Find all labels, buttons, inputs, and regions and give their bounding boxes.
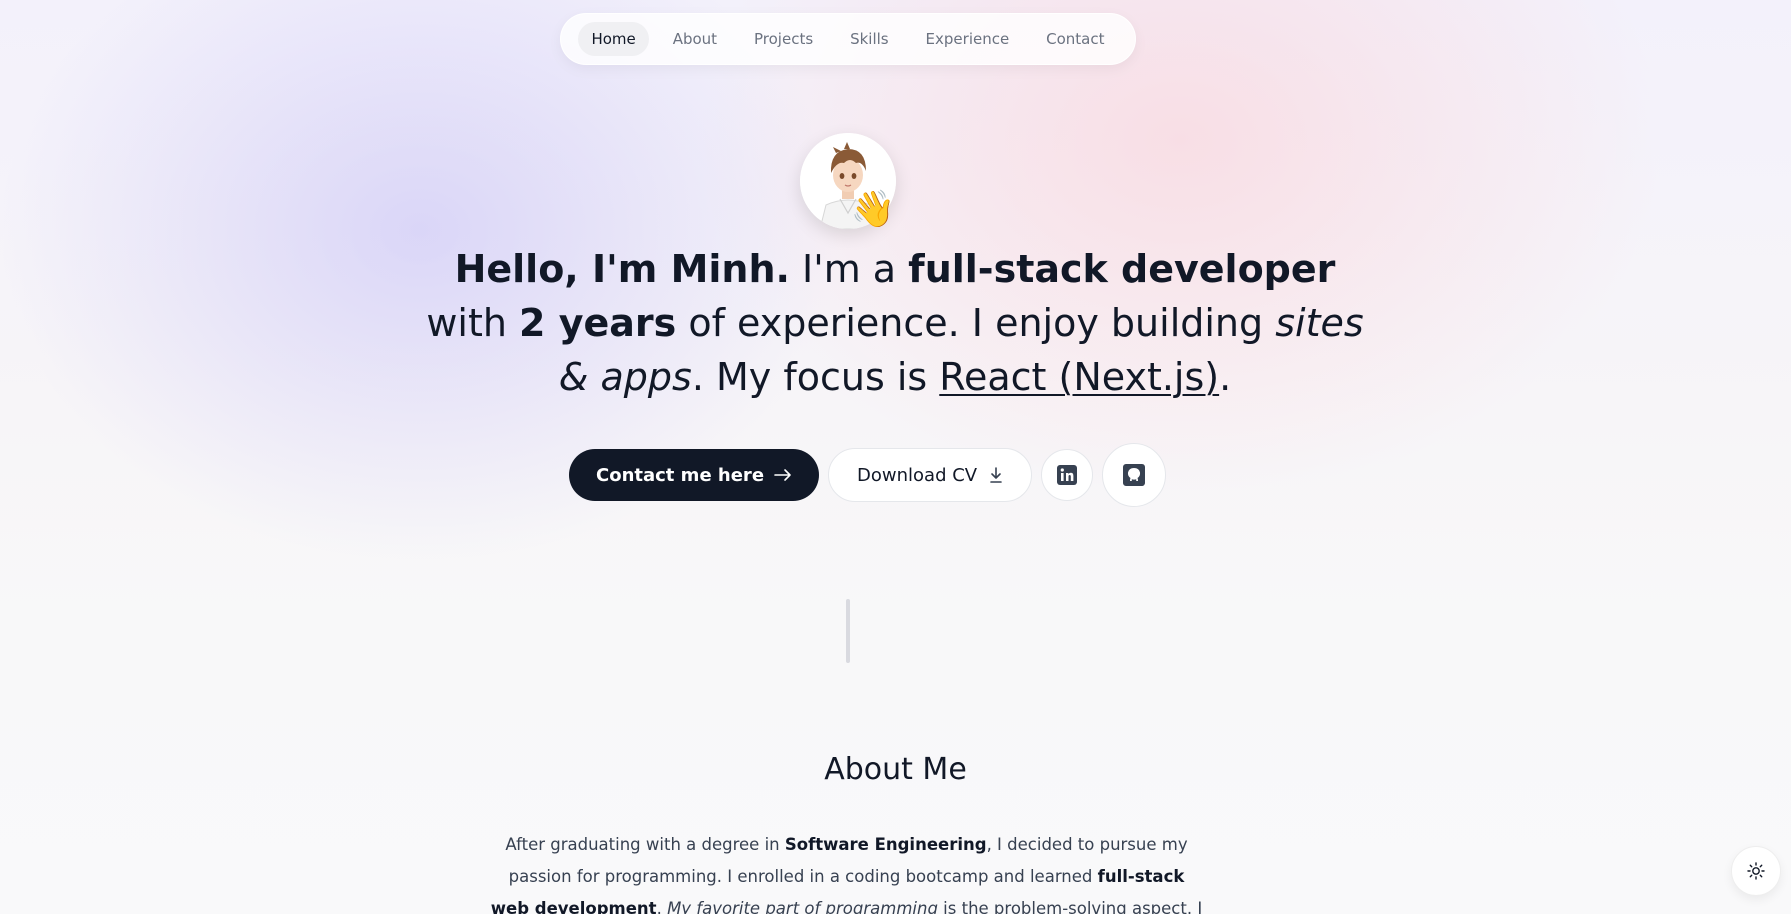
github-icon bbox=[1123, 464, 1146, 486]
degree: Software Engineering bbox=[784, 835, 987, 854]
sun-icon bbox=[1747, 862, 1765, 880]
linkedin-icon bbox=[1057, 465, 1078, 485]
headline-text: with bbox=[426, 301, 520, 345]
download-cv-label: Download CV bbox=[857, 464, 978, 486]
role: full-stack developer bbox=[908, 247, 1336, 291]
nav-item-home[interactable]: Home bbox=[578, 22, 649, 56]
linkedin-button[interactable] bbox=[1041, 449, 1094, 501]
top-navigation: Home About Projects Skills Experience Co… bbox=[560, 13, 1136, 65]
contact-button[interactable]: Contact me here bbox=[569, 449, 820, 501]
nav-item-about[interactable]: About bbox=[660, 22, 730, 56]
about-text: After graduating with a degree in bbox=[505, 835, 785, 854]
favorite-part: My favorite part of programming bbox=[667, 899, 938, 914]
github-button[interactable] bbox=[1102, 443, 1167, 507]
years: 2 years bbox=[519, 301, 677, 345]
nav-item-projects[interactable]: Projects bbox=[741, 22, 826, 56]
section-divider bbox=[846, 599, 850, 663]
theme-toggle-button[interactable] bbox=[1731, 846, 1781, 896]
avatar: 👋 bbox=[800, 133, 896, 230]
nav-item-experience[interactable]: Experience bbox=[913, 22, 1023, 56]
arrow-right-icon bbox=[774, 469, 791, 481]
about-text: . bbox=[656, 899, 668, 914]
headline-text: . bbox=[1219, 355, 1232, 399]
nav-item-contact[interactable]: Contact bbox=[1033, 22, 1117, 56]
contact-button-label: Contact me here bbox=[596, 464, 765, 486]
framework: React (Next.js) bbox=[939, 355, 1220, 399]
hero-actions: Contact me here Download CV bbox=[569, 443, 1167, 507]
hero-headline: Hello, I'm Minh. I'm a full-stack develo… bbox=[420, 242, 1370, 404]
download-icon bbox=[990, 467, 1002, 483]
about-title: About Me bbox=[824, 752, 967, 787]
nav-item-skills[interactable]: Skills bbox=[837, 22, 902, 56]
headline-text: of experience. I enjoy building bbox=[676, 301, 1276, 345]
waving-hand-icon: 👋 bbox=[850, 189, 896, 230]
headline-text: . My focus is bbox=[691, 355, 940, 399]
page: Home About Projects Skills Experience Co… bbox=[0, 0, 1791, 914]
download-cv-button[interactable]: Download CV bbox=[828, 448, 1033, 502]
greeting: Hello, I'm Minh. bbox=[454, 247, 790, 291]
about-paragraph: After graduating with a degree in Softwa… bbox=[490, 829, 1203, 914]
headline-text: I'm a bbox=[789, 247, 909, 291]
